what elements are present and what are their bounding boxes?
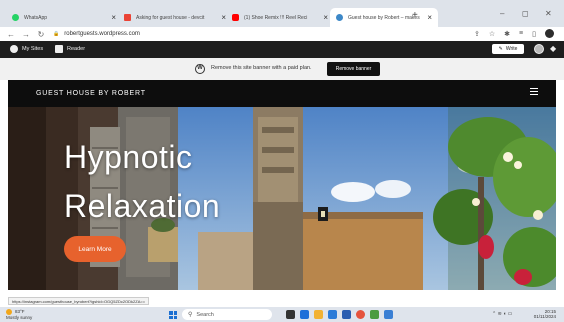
address-bar-row: ← → ↻ 🔒 robertguests.wordpress.com ⇪ ☆ ✱… [0,27,564,41]
browser-tab[interactable]: Asking for guest house - devcit × [118,8,232,27]
forward-icon[interactable]: → [22,30,30,39]
file-explorer-icon[interactable] [314,310,323,319]
write-label: Write [505,46,518,52]
search-icon: ⚲ [188,312,193,318]
hero-section: Hypnotic Relaxation Learn More [8,107,556,290]
lock-icon[interactable]: 🔒 [53,31,59,37]
gmail-icon [124,14,131,21]
promo-banner: W Remove this site banner with a paid pl… [0,58,564,80]
wp-admin-bar: My Sites Reader ✎ Write ◆ [0,41,564,58]
user-avatar[interactable] [534,44,544,54]
browser-toolbar-icons: ⇪ ☆ ✱ ≡ ▯ [474,29,554,38]
notifications-bell-icon[interactable]: ◆ [550,44,556,53]
taskbar-search-box[interactable]: ⚲ Search [182,309,272,320]
store-icon[interactable] [342,310,351,319]
youtube-icon [232,14,239,21]
write-button[interactable]: ✎ Write [492,44,524,54]
close-icon[interactable]: × [427,13,432,22]
extensions-icon[interactable]: ✱ [504,30,510,38]
site-title[interactable]: GUEST HOUSE BY ROBERT [36,90,146,97]
url-field[interactable]: 🔒 robertguests.wordpress.com [53,29,140,39]
bookmark-star-icon[interactable]: ☆ [489,30,495,38]
reading-list-icon[interactable]: ≡ [519,30,523,37]
browser-tab[interactable]: WhatsApp × [6,8,122,27]
hamburger-menu-icon[interactable] [530,88,538,97]
tab-label: WhatsApp [24,14,48,21]
edge-icon[interactable] [328,310,337,319]
status-url-tooltip: https://instagram.com/guesthouse_byrober… [8,297,150,305]
profile-avatar[interactable] [545,29,554,38]
search-label: Search [196,311,214,318]
my-sites-label: My Sites [22,46,44,52]
maximize-icon[interactable]: ◻ [522,9,529,18]
browser-tab-strip: WhatsApp × Asking for guest house - devc… [0,0,564,27]
clock[interactable]: 20:15 01/11/2024 [534,309,556,319]
mail-icon[interactable] [384,310,393,319]
site-header: GUEST HOUSE BY ROBERT [8,80,556,107]
my-sites-link[interactable]: My Sites [10,45,43,53]
weather-desc: Mostly sunny [6,315,33,320]
system-tray-icons[interactable]: ⌃ ≋ ◖ ▭ [492,311,512,317]
back-icon[interactable]: ← [7,30,15,39]
weather-temp: 83°F [15,309,25,315]
close-icon[interactable]: × [111,13,116,22]
reader-icon [55,45,63,53]
chrome-icon[interactable] [356,310,365,319]
close-window-icon[interactable]: ✕ [545,9,552,18]
app-icon[interactable] [370,310,379,319]
browser-tab[interactable]: (1) Shoe Remix !!! Reel Reci × [226,8,334,27]
wordpress-logo-icon [10,45,18,53]
banner-message: Remove this site banner with a paid plan… [211,65,312,71]
tab-label: (1) Shoe Remix !!! Reel Reci [244,14,308,21]
new-tab-button[interactable]: + [412,10,418,21]
whatsapp-icon [12,14,19,21]
weather-widget[interactable]: 83°F Mostly sunny [6,309,32,320]
tab-label: Asking for guest house - devcit [136,14,205,21]
hero-heading-line1: Hypnotic [64,139,193,175]
windows-start-icon[interactable] [169,311,177,319]
clock-date: 01/11/2024 [533,314,556,319]
windows-taskbar: 83°F Mostly sunny ⚲ Search ⌃ ≋ ◖ ▭ 20:15… [0,307,564,322]
browser-tab-active[interactable]: Guest house by Robert – makes × [330,8,438,27]
pencil-icon: ✎ [498,46,503,52]
learn-more-button[interactable]: Learn More [64,236,126,262]
wordpress-logo-icon: W [195,64,205,74]
reader-label: Reader [67,46,86,52]
remove-banner-button[interactable]: Remove banner [327,62,380,76]
close-icon[interactable]: × [323,13,328,22]
task-view-icon[interactable] [286,310,295,319]
sidepanel-icon[interactable]: ▯ [532,30,536,38]
reload-icon[interactable]: ↻ [37,30,45,39]
url-text: robertguests.wordpress.com [64,31,140,37]
reader-link[interactable]: Reader [55,45,85,53]
minimize-icon[interactable]: – [500,9,504,18]
widgets-icon[interactable] [300,310,309,319]
share-icon[interactable]: ⇪ [474,30,480,38]
wordpress-icon [336,14,343,21]
hero-heading-line2: Relaxation [64,188,221,224]
